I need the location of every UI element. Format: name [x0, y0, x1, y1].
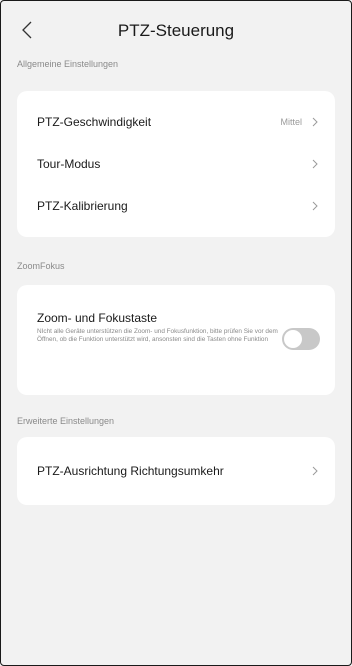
- chevron-right-icon: [312, 117, 318, 127]
- section-label-zoom: ZoomFokus: [17, 261, 65, 271]
- chevron-right-icon: [312, 201, 318, 211]
- toggle-knob: [284, 330, 302, 348]
- row-ptz-speed[interactable]: PTZ-Geschwindigkeit Mittel: [17, 101, 335, 143]
- page-title: PTZ-Steuerung: [117, 21, 235, 40]
- row-tour-mode[interactable]: Tour-Modus: [17, 143, 335, 185]
- row-label: PTZ-Geschwindigkeit: [37, 115, 152, 129]
- screen: PTZ-Steuerung Allgemeine Einstellungen P…: [0, 0, 352, 666]
- section-label-general: Allgemeine Einstellungen: [17, 59, 119, 69]
- row-ptz-calibration[interactable]: PTZ-Kalibrierung: [17, 185, 335, 227]
- row-ptz-direction-reverse[interactable]: PTZ-Ausrichtung Richtungsumkehr: [17, 441, 335, 501]
- chevron-right-icon: [312, 159, 318, 169]
- advanced-settings-card: PTZ-Ausrichtung Richtungsumkehr: [17, 437, 335, 505]
- zoom-focus-toggle[interactable]: [282, 328, 320, 350]
- zoom-focus-card: Zoom- und Fokustaste NIcht alle Geräte u…: [17, 285, 335, 395]
- chevron-right-icon: [312, 466, 318, 476]
- header: PTZ-Steuerung: [1, 1, 351, 57]
- row-label: PTZ-Ausrichtung Richtungsumkehr: [37, 464, 224, 478]
- row-value: Mittel: [280, 117, 302, 127]
- zoom-focus-description: NIcht alle Geräte unterstützen die Zoom-…: [37, 328, 278, 343]
- row-label: PTZ-Kalibrierung: [37, 199, 128, 213]
- general-settings-card: PTZ-Geschwindigkeit Mittel Tour-Modus PT…: [17, 91, 335, 237]
- zoom-focus-title: Zoom- und Fokustaste: [37, 311, 158, 325]
- section-label-advanced: Erweiterte Einstellungen: [17, 416, 115, 426]
- row-label: Tour-Modus: [37, 157, 101, 171]
